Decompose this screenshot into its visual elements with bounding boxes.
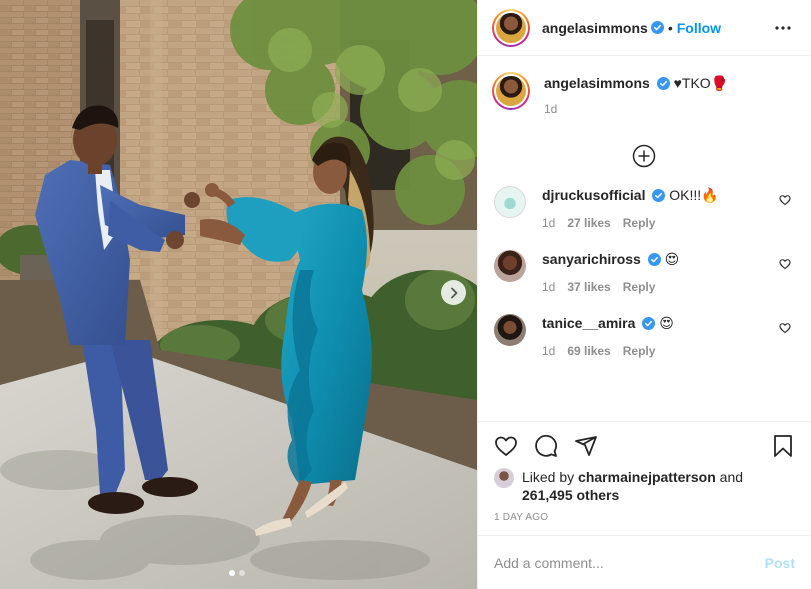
post-side-panel: angelasimmons • Follow angelasimmons ♥TK… xyxy=(477,0,811,589)
post-image xyxy=(0,0,477,589)
comment-text: OK!!!🔥 xyxy=(669,187,719,203)
post-caption: angelasimmons ♥TKO🥊 1d xyxy=(492,72,795,116)
chevron-right-icon xyxy=(450,287,457,298)
verified-badge-icon xyxy=(652,189,666,202)
more-options-button[interactable] xyxy=(771,16,795,40)
comment-item: sanyarichiross 😍 1d 37 likes Reply xyxy=(492,250,795,294)
comment-avatar[interactable] xyxy=(494,314,526,346)
separator-dot: • xyxy=(667,19,673,36)
comment-username[interactable]: sanyarichiross xyxy=(542,251,641,267)
liked-by-user[interactable]: charmainejpatterson xyxy=(578,469,716,485)
more-options-icon xyxy=(775,25,791,30)
caption-text: ♥TKO🥊 xyxy=(673,75,729,91)
liked-by-text: Liked by charmainejpatterson and 261,495… xyxy=(522,468,743,504)
like-comment-heart-icon[interactable] xyxy=(779,322,791,334)
action-icons xyxy=(494,432,795,460)
comment-input[interactable] xyxy=(494,554,765,571)
comment-text: 😍 xyxy=(659,315,674,331)
caption-username[interactable]: angelasimmons xyxy=(544,75,650,91)
caption-author-avatar[interactable] xyxy=(492,72,530,110)
comment-avatar[interactable] xyxy=(494,250,526,282)
verified-badge-icon xyxy=(642,317,656,330)
author-name-row: angelasimmons • Follow xyxy=(542,20,771,36)
author-avatar-image xyxy=(496,12,526,43)
post-comment-button[interactable]: Post xyxy=(765,555,795,571)
author-username[interactable]: angelasimmons xyxy=(542,20,648,36)
liked-by-and: and xyxy=(715,469,744,485)
comment-time[interactable]: 1d xyxy=(542,344,555,358)
comment-likes[interactable]: 37 likes xyxy=(567,280,610,294)
verified-badge-icon xyxy=(650,21,664,34)
comment-body: djruckusofficial OK!!!🔥 1d 27 likes Repl… xyxy=(542,186,795,230)
comment-time[interactable]: 1d xyxy=(542,216,555,230)
instagram-post: angelasimmons • Follow angelasimmons ♥TK… xyxy=(0,0,811,589)
liked-by-summary: Liked by charmainejpatterson and 261,495… xyxy=(494,468,795,504)
comment-meta: 1d 37 likes Reply xyxy=(542,280,795,294)
author-avatar[interactable] xyxy=(492,8,530,47)
like-comment-heart-icon[interactable] xyxy=(779,194,791,206)
liked-by-avatar[interactable] xyxy=(494,468,514,488)
liked-by-prefix: Liked by xyxy=(522,469,579,485)
like-comment-heart-icon[interactable] xyxy=(779,258,791,270)
post-header: angelasimmons • Follow xyxy=(478,0,811,56)
post-time-ago[interactable]: 1 DAY AGO xyxy=(494,512,795,523)
comment-item: djruckusofficial OK!!!🔥 1d 27 likes Repl… xyxy=(492,186,795,230)
save-bookmark-icon[interactable] xyxy=(771,434,795,458)
comment-bubble-icon[interactable] xyxy=(534,434,558,458)
comments-section: angelasimmons ♥TKO🥊 1d djruckusofficial … xyxy=(478,56,811,421)
comment-username[interactable]: tanice__amira xyxy=(542,315,635,331)
comment-item: tanice__amira 😍 1d 69 likes Reply xyxy=(492,314,795,358)
share-paper-plane-icon[interactable] xyxy=(574,434,598,458)
like-heart-icon[interactable] xyxy=(494,434,518,458)
verified-badge-icon xyxy=(647,253,661,266)
load-more-comments[interactable] xyxy=(492,144,795,168)
comment-meta: 1d 27 likes Reply xyxy=(542,216,795,230)
post-photo[interactable] xyxy=(0,0,477,589)
caption-body: angelasimmons ♥TKO🥊 1d xyxy=(544,72,728,116)
add-comment-bar: Post xyxy=(478,535,811,589)
comment-likes[interactable]: 69 likes xyxy=(567,344,610,358)
post-actions: Liked by charmainejpatterson and 261,495… xyxy=(478,421,811,535)
follow-button[interactable]: Follow xyxy=(677,20,721,36)
carousel-indicator xyxy=(229,570,245,576)
caption-avatar-image xyxy=(496,76,526,106)
comment-body: sanyarichiross 😍 1d 37 likes Reply xyxy=(542,250,795,294)
comment-username[interactable]: djruckusofficial xyxy=(542,187,645,203)
comment-likes[interactable]: 27 likes xyxy=(567,216,610,230)
comment-body: tanice__amira 😍 1d 69 likes Reply xyxy=(542,314,795,358)
plus-circle-icon xyxy=(632,144,655,168)
carousel-dot xyxy=(239,570,245,576)
reply-button[interactable]: Reply xyxy=(623,280,656,294)
caption-time[interactable]: 1d xyxy=(544,102,728,116)
reply-button[interactable]: Reply xyxy=(623,216,656,230)
comment-text: 😍 xyxy=(664,251,680,267)
liked-by-others[interactable]: 261,495 others xyxy=(522,487,619,503)
carousel-dot-active xyxy=(229,570,235,576)
comment-time[interactable]: 1d xyxy=(542,280,555,294)
comment-meta: 1d 69 likes Reply xyxy=(542,344,795,358)
next-image-button[interactable] xyxy=(441,280,466,305)
verified-badge-icon xyxy=(656,77,670,90)
reply-button[interactable]: Reply xyxy=(623,344,656,358)
comment-avatar[interactable] xyxy=(494,186,526,218)
